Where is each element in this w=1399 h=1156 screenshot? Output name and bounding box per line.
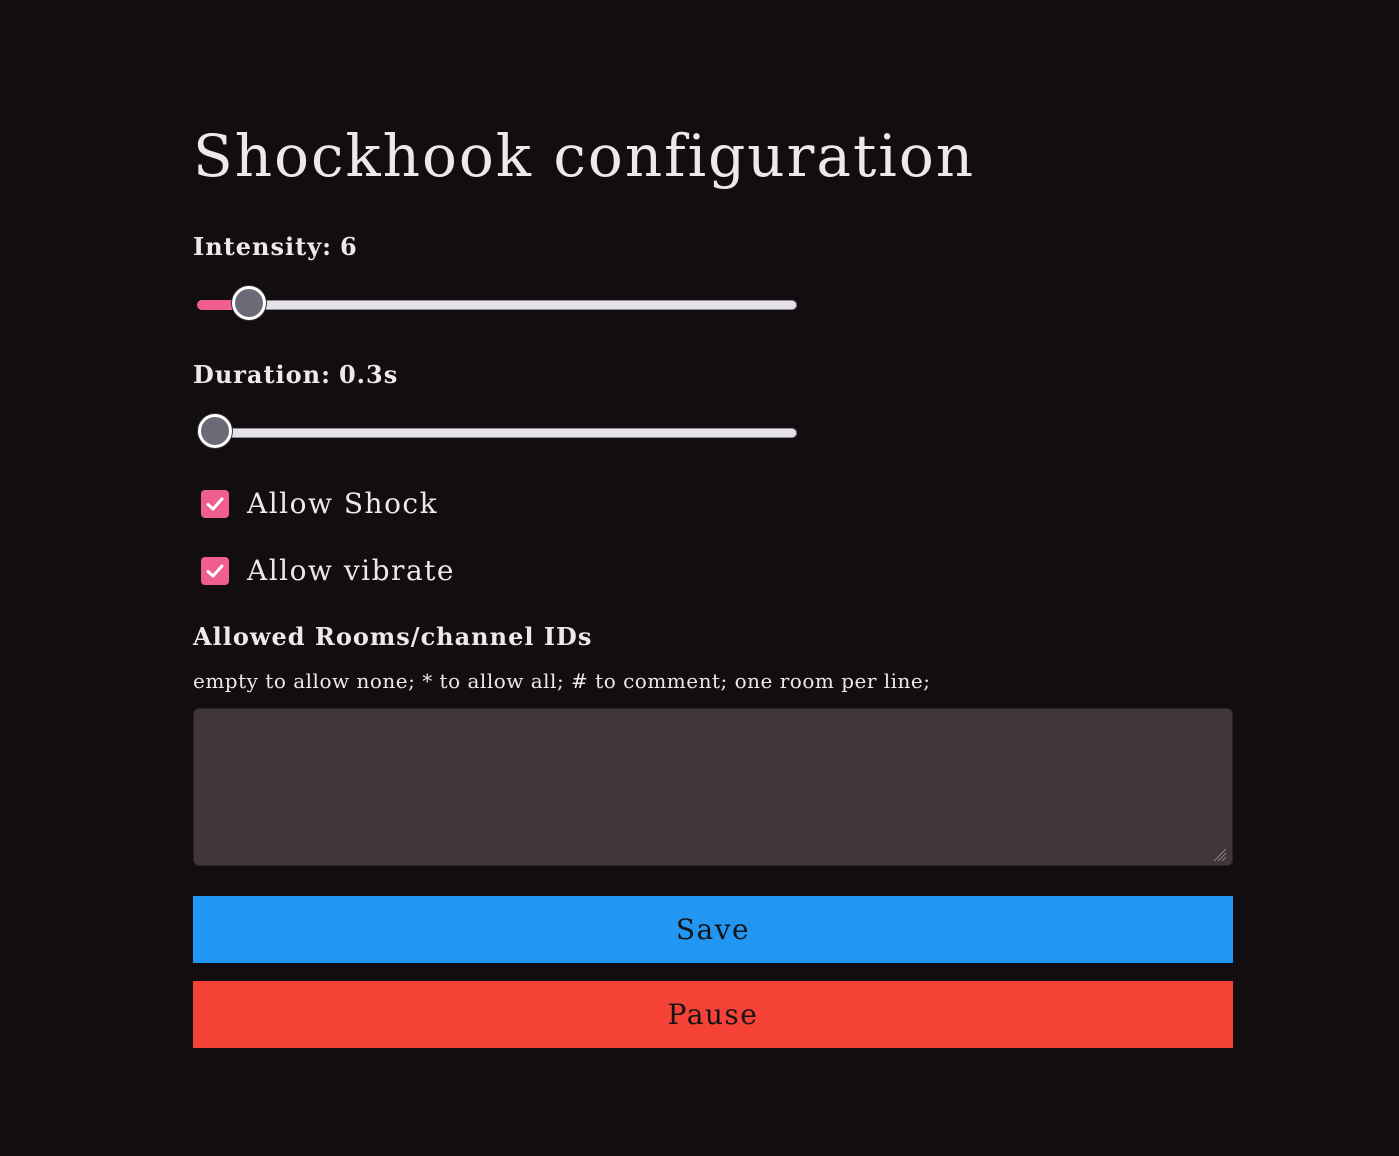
pause-button[interactable]: Pause (193, 981, 1233, 1048)
save-button[interactable]: Save (193, 896, 1233, 963)
intensity-label-text: Intensity: (193, 232, 332, 261)
intensity-slider-track[interactable] (197, 300, 797, 310)
resize-grip-icon[interactable] (1211, 846, 1227, 862)
allowed-rooms-hint: empty to allow none; * to allow all; # t… (193, 669, 931, 693)
duration-slider[interactable] (197, 414, 797, 451)
allow-shock-checkbox[interactable] (201, 490, 229, 518)
duration-slider-track[interactable] (197, 428, 797, 438)
duration-label-text: Duration: (193, 360, 331, 389)
page-title: Shockhook configuration (193, 122, 976, 190)
allow-vibrate-row[interactable]: Allow vibrate (201, 555, 455, 587)
intensity-slider[interactable] (197, 286, 797, 323)
duration-value: 0.3s (338, 360, 399, 389)
check-icon (206, 564, 224, 578)
allow-shock-label[interactable]: Allow Shock (247, 488, 438, 520)
intensity-slider-thumb[interactable] (231, 286, 266, 320)
allow-vibrate-checkbox[interactable] (201, 557, 229, 585)
allow-vibrate-label[interactable]: Allow vibrate (247, 555, 455, 587)
intensity-label: Intensity: 6 (193, 232, 358, 262)
duration-slider-thumb[interactable] (198, 414, 232, 448)
check-icon (206, 497, 224, 511)
intensity-value: 6 (340, 232, 358, 261)
allowed-rooms-label: Allowed Rooms/channel IDs (193, 622, 593, 651)
allowed-rooms-textarea[interactable] (193, 708, 1233, 866)
allow-shock-row[interactable]: Allow Shock (201, 488, 438, 520)
duration-label: Duration: 0.3s (193, 360, 398, 390)
